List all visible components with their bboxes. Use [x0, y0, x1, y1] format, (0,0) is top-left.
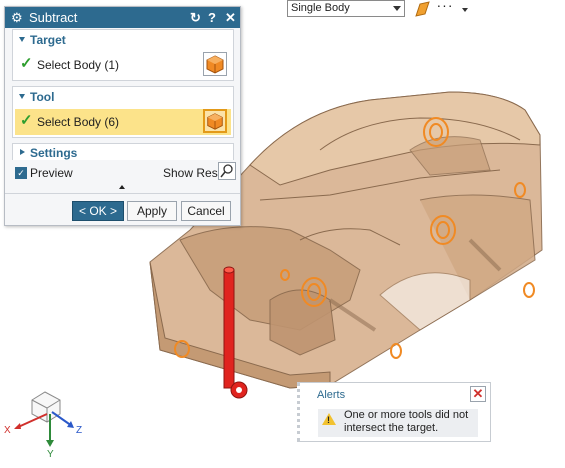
more-options-expander-icon[interactable] [119, 185, 125, 189]
view-triad[interactable] [14, 391, 74, 447]
close-alert-button[interactable]: ✕ [470, 386, 486, 402]
alert-message: ! One or more tools did not intersect th… [318, 409, 478, 437]
face-select-button[interactable] [411, 0, 431, 18]
warning-icon-mark: ! [327, 415, 330, 425]
settings-group-header[interactable]: Settings [13, 144, 233, 160]
target-select-label: Select Body (1) [37, 58, 120, 72]
face-select-icon [415, 1, 430, 17]
alerts-header: Alerts [317, 389, 346, 401]
target-header-label: Target [30, 33, 66, 47]
solid-body-icon [206, 55, 224, 74]
selection-filter-dropdown[interactable]: Single Body [287, 0, 405, 17]
axis-z-label: Z [76, 425, 83, 436]
apply-button[interactable]: Apply [127, 201, 177, 221]
toolbar-overflow-chevron-icon[interactable] [462, 8, 468, 12]
axis-x-label: X [4, 425, 11, 436]
cancel-button[interactable]: Cancel [181, 201, 231, 221]
close-icon[interactable]: ✕ [225, 10, 236, 25]
subtract-dialog: ⚙ Subtract ↻ ? ✕ Target ✓ Select Body (1… [4, 6, 241, 226]
more-options-button[interactable]: ··· [436, 0, 454, 18]
check-icon: ✓ [20, 112, 33, 129]
show-result-button[interactable] [218, 162, 236, 180]
alerts-panel: Alerts ✕ ! One or more tools did not int… [297, 382, 491, 442]
tool-group-header[interactable]: Tool [13, 87, 233, 107]
alert-message-text: One or more tools did not intersect the … [344, 409, 469, 434]
settings-group: Settings [12, 143, 234, 160]
solid-body-icon [207, 113, 223, 130]
preview-label: Preview [30, 166, 73, 180]
axis-y-label: Y [47, 449, 54, 460]
ok-button[interactable]: < OK > [72, 201, 124, 221]
check-icon: ✓ [20, 55, 33, 72]
tool-select-row[interactable]: ✓ Select Body (6) [15, 109, 231, 135]
settings-header-label: Settings [30, 146, 78, 160]
target-select-row[interactable]: ✓ Select Body (1) [15, 52, 231, 78]
divider [5, 193, 240, 194]
chevron-down-icon [393, 6, 401, 11]
tool-select-label: Select Body (6) [37, 115, 120, 129]
target-group: Target ✓ Select Body (1) [12, 29, 234, 81]
reset-icon[interactable]: ↻ [190, 10, 201, 25]
magnifier-icon [220, 164, 233, 178]
select-tool-body-button[interactable] [203, 109, 227, 133]
tool-group: Tool ✓ Select Body (6) [12, 86, 234, 138]
tool-header-label: Tool [30, 90, 55, 104]
selection-filter-value: Single Body [291, 2, 350, 14]
select-body-button[interactable] [203, 52, 227, 76]
dialog-titlebar: ⚙ Subtract ↻ ? ✕ [5, 7, 240, 28]
collapse-arrow-icon [19, 37, 25, 42]
help-icon[interactable]: ? [208, 10, 216, 25]
collapse-arrow-icon [19, 94, 25, 99]
expand-arrow-icon [20, 149, 25, 155]
dialog-title: Subtract [29, 10, 78, 25]
checkbox-checked-icon: ✓ [15, 167, 27, 179]
target-group-header[interactable]: Target [13, 30, 233, 50]
gear-icon: ⚙ [11, 10, 23, 25]
selection-toolbar: Single Body ··· [286, 0, 476, 20]
